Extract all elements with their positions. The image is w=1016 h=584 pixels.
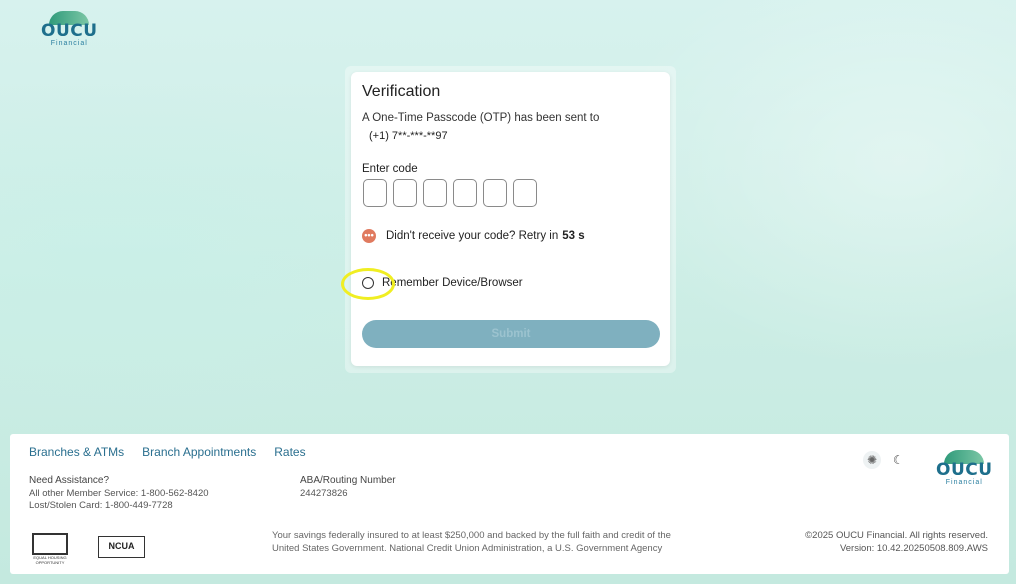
code-digit-3[interactable] [423,179,447,207]
ncua-badge: NCUA [98,536,145,558]
version-text: Version: 10.42.20250508.809.AWS [839,542,988,554]
member-service-phone: All other Member Service: 1-800-562-8420 [29,487,209,499]
logo-subtitle: Financial [50,40,88,47]
assistance-heading: Need Assistance? [29,475,110,486]
retry-row: ••• Didn't receive your code? Retry in 5… [362,229,585,243]
code-digit-5[interactable] [483,179,507,207]
remember-device-label: Remember Device/Browser [382,277,523,289]
code-digit-1[interactable] [363,179,387,207]
link-branches-atms[interactable]: Branches & ATMs [29,445,124,459]
verification-card: Verification A One-Time Passcode (OTP) h… [351,72,670,366]
equal-housing-icon: EQUAL HOUSING OPPORTUNITY [32,533,68,565]
enter-code-label: Enter code [362,163,418,175]
card-title: Verification [362,83,441,100]
retry-text: Didn't receive your code? Retry in [386,230,559,242]
routing-number: 244273826 [300,487,348,499]
routing-block: ABA/Routing Number 244273826 [300,475,396,500]
code-digit-4[interactable] [453,179,477,207]
moon-icon[interactable]: ☾ [893,453,904,467]
link-rates[interactable]: Rates [274,445,305,459]
code-digit-6[interactable] [513,179,537,207]
brand-logo: OUCU Financial [41,11,98,48]
masked-phone: (+1) 7**-***-**97 [369,130,448,142]
assistance-block: Need Assistance? All other Member Servic… [29,475,209,513]
copyright-text: ©2025 OUCU Financial. All rights reserve… [805,530,988,541]
more-dots-icon: ••• [362,229,376,243]
footer: Branches & ATMs Branch Appointments Rate… [10,434,1009,574]
logo-wordmark: OUCU [41,21,98,41]
code-digit-2[interactable] [393,179,417,207]
logo-subtitle: Financial [945,479,983,486]
submit-button[interactable]: Submit [362,320,660,348]
sun-icon[interactable]: ✺ [863,451,881,469]
routing-heading: ABA/Routing Number [300,475,396,486]
retry-countdown: 53 s [562,230,585,242]
logo-wordmark: OUCU [936,460,993,480]
copyright-block: ©2025 OUCU Financial. All rights reserve… [805,530,988,555]
otp-message: A One-Time Passcode (OTP) has been sent … [362,112,600,124]
footer-logo: OUCU Financial [936,450,993,487]
insurance-notice: Your savings federally insured to at lea… [272,530,671,554]
lost-card-phone: Lost/Stolen Card: 1-800-449-7728 [29,500,173,511]
link-branch-appointments[interactable]: Branch Appointments [142,445,256,459]
theme-toggle: ✺ ☾ [863,451,904,469]
code-input-group [363,179,537,207]
footer-links: Branches & ATMs Branch Appointments Rate… [29,445,306,459]
highlight-circle [341,268,395,300]
